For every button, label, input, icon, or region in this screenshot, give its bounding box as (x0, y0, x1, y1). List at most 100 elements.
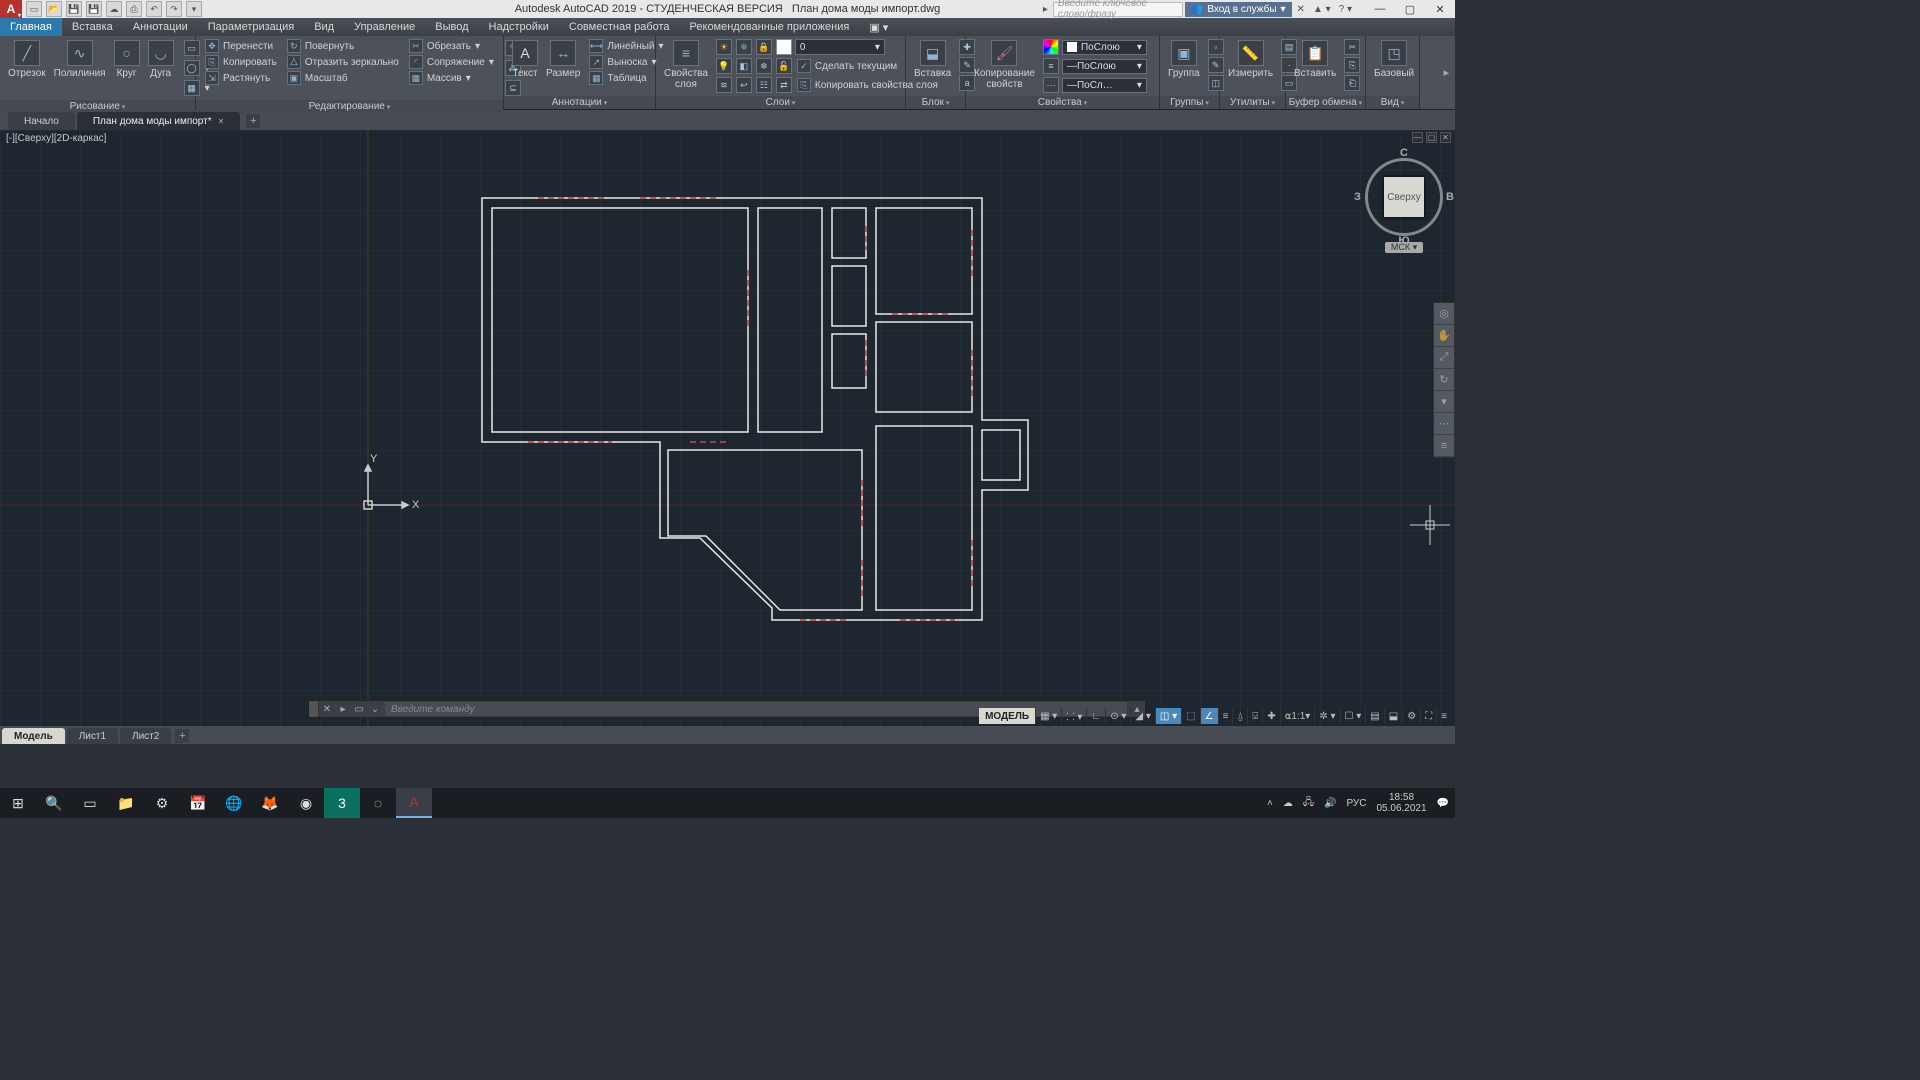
ribbon-collapse-icon[interactable]: ▸ (1443, 66, 1449, 79)
cut-icon[interactable]: ✂ (1344, 39, 1360, 55)
panel-layers-title[interactable]: Слои (656, 96, 905, 109)
help-icon[interactable]: ? ▾ (1336, 4, 1355, 15)
start-tab[interactable]: Начало (8, 112, 75, 130)
tab-featured[interactable]: Рекомендованные приложения (680, 18, 860, 36)
layer-lock-icon[interactable]: 🔒 (756, 39, 772, 55)
lineweight-dropdown[interactable]: — ПоСлою▾ (1062, 59, 1147, 74)
signin-button[interactable]: 👥 Вход в службы ▾ (1185, 2, 1292, 17)
make-current-button[interactable]: ✓Сделать текущим (795, 57, 899, 75)
steam-button[interactable]: ◉ (288, 788, 324, 818)
layer-sun-icon[interactable]: ☀ (716, 39, 732, 55)
nav-showmo-icon[interactable]: ▾ (1434, 391, 1454, 413)
cleanscreen-toggle[interactable]: ⛶ (1420, 708, 1436, 724)
layer-prev-icon[interactable]: ↩ (736, 77, 752, 93)
3dosnap-toggle[interactable]: ⬚ (1181, 708, 1199, 724)
lwt-toggle[interactable]: ≡ (1218, 708, 1233, 724)
arc-button[interactable]: ◡Дуга (144, 38, 178, 81)
panel-view-title[interactable]: Вид (1366, 96, 1419, 109)
tab-manage[interactable]: Управление (344, 18, 425, 36)
panel-modify-title[interactable]: Редактирование (196, 100, 503, 113)
system-clock[interactable]: 18:5805.06.2021 (1376, 792, 1426, 814)
lineweight-icon[interactable]: ≡ (1043, 58, 1059, 74)
qat-undo-icon[interactable]: ↶ (146, 1, 162, 17)
calendar-button[interactable]: 📅 (180, 788, 216, 818)
layer-properties-button[interactable]: ≡Свойства слоя (660, 38, 712, 92)
tab-output[interactable]: Вывод (425, 18, 478, 36)
panel-groups-title[interactable]: Группы (1160, 96, 1219, 109)
minimize-button[interactable]: — (1365, 0, 1395, 18)
layer-iso-icon[interactable]: ◧ (736, 58, 752, 74)
3dsmax-button[interactable]: 3 (324, 788, 360, 818)
layer-walk-icon[interactable]: ☷ (756, 77, 772, 93)
firefox-button[interactable]: 🦊 (252, 788, 288, 818)
tab-collaborate[interactable]: Совместная работа (559, 18, 680, 36)
tray-network-icon[interactable]: 🖧 (1303, 795, 1314, 812)
paste-button[interactable]: 📋Вставить (1290, 38, 1340, 81)
model-tab[interactable]: Модель (2, 728, 65, 744)
new-tab-button[interactable]: + (246, 114, 260, 128)
isodraft-toggle[interactable]: ◢ ▾ (1130, 708, 1155, 724)
mirror-button[interactable]: ⧊Отразить зеркально (285, 54, 401, 70)
panel-util-title[interactable]: Утилиты (1220, 96, 1285, 109)
qat-saveas-icon[interactable]: 💾 (86, 1, 102, 17)
tray-chevron-icon[interactable]: ˄ (1267, 798, 1273, 809)
qat-dropdown-icon[interactable]: ▾ (186, 1, 202, 17)
trim-button[interactable]: ✂Обрезать ▾ (407, 38, 496, 54)
tray-cloud-icon[interactable]: ☁ (1283, 798, 1293, 809)
qat-redo-icon[interactable]: ↷ (166, 1, 182, 17)
tab-view[interactable]: Вид (304, 18, 344, 36)
qat-save-icon[interactable]: 💾 (66, 1, 82, 17)
qat-new-icon[interactable]: ▭ (26, 1, 42, 17)
cmd-recent-icon[interactable]: ▸ (335, 701, 351, 717)
viewport-label[interactable]: [-][Сверху][2D-каркас] (6, 133, 106, 144)
drawing-tab[interactable]: План дома моды импорт*✕ (77, 112, 240, 130)
layout2-tab[interactable]: Лист2 (120, 728, 171, 744)
tab-home[interactable]: Главная (0, 18, 62, 36)
polyline-button[interactable]: ∿Полилиния (50, 38, 110, 81)
copy-clip-icon[interactable]: ⎘ (1344, 57, 1360, 73)
tray-volume-icon[interactable]: 🔊 (1324, 798, 1336, 809)
ws-toggle[interactable]: ✲ ▾ (1314, 708, 1339, 724)
cmd-macro-icon[interactable]: ▭ (351, 701, 367, 717)
explorer-button[interactable]: 📁 (108, 788, 144, 818)
cmd-close-icon[interactable]: ✕ (319, 701, 335, 717)
layer-lck-icon[interactable]: 🔓 (776, 58, 792, 74)
stretch-button[interactable]: ⇲Растянуть (203, 70, 279, 86)
viewport-minimize-icon[interactable]: — (1412, 132, 1423, 143)
copybase-icon[interactable]: ⎗ (1344, 75, 1360, 91)
tab-addins[interactable]: Надстройки (479, 18, 559, 36)
new-layout-button[interactable]: + (175, 729, 189, 743)
qat-plot-icon[interactable]: ⎙ (126, 1, 142, 17)
otrack-toggle[interactable]: ∠ (1200, 708, 1218, 724)
panel-props-title[interactable]: Свойства (966, 96, 1159, 109)
linetype-dropdown[interactable]: — ПоСл…▾ (1062, 78, 1147, 93)
ortho-toggle[interactable]: ∟ (1086, 708, 1105, 724)
array-button[interactable]: ▦Массив ▾ (407, 70, 496, 86)
layer-chg-icon[interactable]: ⇄ (776, 77, 792, 93)
panel-annot-title[interactable]: Аннотации (504, 96, 655, 109)
discord-button[interactable]: ◌ (360, 788, 396, 818)
linear-button[interactable]: ⟷Линейный ▾ (587, 38, 665, 54)
linetype-icon[interactable]: ⋯ (1043, 77, 1059, 93)
dimension-button[interactable]: ↔Размер (542, 38, 584, 81)
group-button[interactable]: ▣Группа (1164, 38, 1204, 81)
circle-button[interactable]: ○Круг (110, 38, 144, 81)
nav-more-icon[interactable]: ⋯ (1434, 413, 1454, 435)
cmd-grip-icon[interactable] (309, 701, 319, 717)
line-button[interactable]: ╱Отрезок (4, 38, 50, 81)
qat-cloud-icon[interactable]: ☁ (106, 1, 122, 17)
search-input[interactable]: Введите ключевое слово/фразу (1053, 2, 1183, 17)
copy-button[interactable]: ⎘Копировать (203, 54, 279, 70)
panel-block-title[interactable]: Блок (906, 96, 965, 109)
viewport-close-icon[interactable]: ✕ (1440, 132, 1451, 143)
baseview-button[interactable]: ◳Базовый (1370, 38, 1418, 81)
insert-block-button[interactable]: ⬓Вставка (910, 38, 955, 81)
nav-pan-icon[interactable]: ✋ (1434, 325, 1454, 347)
app-menu-button[interactable]: A (0, 0, 22, 18)
edge-button[interactable]: 🌐 (216, 788, 252, 818)
table-button[interactable]: ▦Таблица (587, 70, 665, 86)
autodesk-app-icon[interactable]: ▲ ▾ (1310, 4, 1334, 15)
move-button[interactable]: ✥Перенести (203, 38, 279, 54)
tab-parametric[interactable]: Параметризация (198, 18, 304, 36)
viewport-maximize-icon[interactable]: ▢ (1426, 132, 1437, 143)
